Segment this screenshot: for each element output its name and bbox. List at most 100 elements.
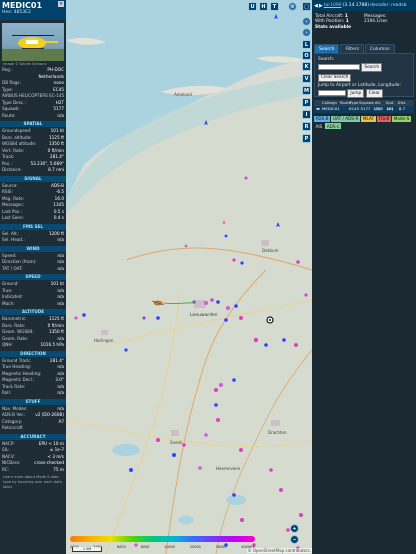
tab-filters[interactable]: Filters xyxy=(340,44,364,53)
side-button-l[interactable]: L xyxy=(302,40,311,49)
close-icon[interactable]: × xyxy=(58,1,64,7)
info-row: TAT / OAT: n/a xyxy=(0,266,66,273)
aircraft-list-panel: ◀ ▶ tar1090 (3.14.1788) decoder: readsb … xyxy=(312,0,416,554)
lake-1 xyxy=(112,444,140,456)
town-leeuwarden xyxy=(194,300,206,308)
map-scale: 1 SM xyxy=(72,547,102,552)
helicopter-image xyxy=(2,35,64,61)
side-button-r[interactable]: R xyxy=(302,122,311,131)
search-button[interactable]: Search xyxy=(361,63,383,72)
table-cell: 1125 xyxy=(373,106,383,111)
hex-label: Hex: 4853E2 xyxy=(2,10,31,15)
toggle-button-h[interactable]: H xyxy=(259,2,268,11)
row-key: Roll: xyxy=(2,390,12,395)
place-label-leeuwarden: Leeuwarden xyxy=(190,312,218,318)
table-body: ▬ MEDIC01 EC45 5177 1125 101 8.7 xyxy=(314,106,414,113)
row-value: 8.7 nmi xyxy=(48,167,64,172)
info-row: Sel. Head.: n/a xyxy=(0,237,66,244)
town-harlingen xyxy=(101,330,108,335)
row-value: 75 m xyxy=(53,466,64,472)
side-button-i[interactable]: I xyxy=(302,110,311,119)
colorbar-label: 20000 xyxy=(189,545,201,549)
row-value: A7 xyxy=(58,418,64,424)
side-button-p2[interactable]: P xyxy=(302,134,311,143)
info-row: Last Seen: 0.4 s xyxy=(0,215,66,222)
jump-input[interactable] xyxy=(318,90,346,97)
table-cell: 8.7 xyxy=(398,106,406,111)
footnote: Learn more about Mode S data type by hov… xyxy=(3,475,62,489)
clear-search-button[interactable]: Clear Search xyxy=(318,73,352,83)
colorbar-label: 8000 xyxy=(140,545,150,549)
search-label: Search: xyxy=(318,57,335,62)
zoom-out-icon[interactable]: − xyxy=(290,535,299,544)
section-title: STUFF xyxy=(0,398,66,405)
version-bar: ◀ ▶ tar1090 (3.14.1788) decoder: readsb xyxy=(312,0,416,11)
row-key: TAT / OAT: xyxy=(2,265,23,271)
place-label-heerenveen: Heerenveen xyxy=(216,466,241,471)
source-badge: TIS-B xyxy=(377,115,391,122)
app-root: MEDIC01 Hex: 4853E2 × Image © Daniel Sch… xyxy=(0,0,416,554)
toggle-button-u[interactable]: U xyxy=(248,2,257,11)
with-position-value: 1 xyxy=(345,19,349,25)
stats-available-link[interactable]: Stats available xyxy=(315,25,351,30)
aircraft-details-panel: MEDIC01 Hex: 4853E2 × Image © Daniel Sch… xyxy=(0,0,66,554)
source-badge: ADS-B xyxy=(314,115,330,122)
map-view[interactable]: Ameland Dokkum Leeuwarden Harlingen Snee… xyxy=(66,0,312,554)
row-key: Sel. Head.: xyxy=(2,237,25,242)
row-key: Distance: xyxy=(2,167,22,172)
jump-button[interactable]: Jump xyxy=(347,89,365,98)
decoder-label: decoder: readsb xyxy=(369,3,407,8)
row-value: n/a xyxy=(57,237,64,242)
side-button-m[interactable]: M xyxy=(302,86,311,95)
source-badge: UAT / ADS-R xyxy=(331,115,360,122)
section-title: ALTITUDE xyxy=(0,309,66,315)
side-button-v[interactable]: V xyxy=(302,74,311,83)
place-label-ameland: Ameland xyxy=(174,92,192,97)
row-key: Reg.: xyxy=(2,67,13,72)
lake-3 xyxy=(178,516,194,524)
row-key: Mach: xyxy=(2,300,15,306)
side-button-o[interactable]: O xyxy=(302,51,311,60)
clear-button[interactable]: Clear xyxy=(365,89,383,98)
side-button-k[interactable]: K xyxy=(302,62,311,71)
messages-value: 2194.1/sec xyxy=(364,19,388,25)
with-position-label: With Position: xyxy=(315,19,345,25)
collapse-right-icon[interactable]: ▶ xyxy=(319,3,323,9)
map-canvas[interactable]: Ameland Dokkum Leeuwarden Harlingen Snee… xyxy=(66,0,312,554)
row-key: RC: xyxy=(2,466,10,472)
source-badge: AIS xyxy=(315,123,323,129)
section-title: WIND xyxy=(0,245,66,252)
info-row: Roll: n/a xyxy=(0,390,66,397)
section-title: DIRECTION xyxy=(0,350,66,357)
chevron-right-icon[interactable]: › xyxy=(302,28,311,37)
section-title: FMS SEL xyxy=(0,223,66,230)
section-title: SIGNAL xyxy=(0,175,66,182)
toggle-button-t[interactable]: T xyxy=(270,2,279,11)
zoom-in-icon[interactable]: + xyxy=(290,524,299,533)
row-value: 1016.5 hPa xyxy=(40,342,64,347)
row-value: n/a xyxy=(57,300,64,306)
stats-block: Total Aircraft: 1 With Position: 1 Stats… xyxy=(312,11,416,41)
info-row: Route: n/a xyxy=(0,113,66,120)
side-button-p[interactable]: P xyxy=(302,98,311,107)
tar1090-link[interactable]: tar1090 xyxy=(324,3,342,8)
table-row[interactable]: ▬ MEDIC01 EC45 5177 1125 101 8.7 xyxy=(314,106,414,113)
section-title: ACCURACY xyxy=(0,433,66,440)
source-badge: ADS-C xyxy=(325,123,342,130)
place-label-harlingen: Harlingen xyxy=(94,338,114,343)
colorbar-label: 6000 xyxy=(117,545,126,549)
altitude-colorbar xyxy=(70,536,255,542)
collapse-left-icon[interactable]: ◀ xyxy=(314,3,318,9)
map-attribution[interactable]: © OpenStreetMap contributors. xyxy=(246,548,312,553)
town-sneek xyxy=(171,430,179,436)
panel-toggle-icon[interactable]: ▢ xyxy=(302,2,311,11)
settings-gear-icon[interactable]: ⚙ xyxy=(288,2,297,11)
tab-search[interactable]: Search xyxy=(314,44,340,53)
chevron-left-icon[interactable]: ‹ xyxy=(302,17,311,26)
table-cell: MEDIC01 xyxy=(322,106,340,111)
tab-columns[interactable]: Columns xyxy=(364,44,395,53)
aircraft-photo[interactable] xyxy=(2,23,64,61)
callsign-title: MEDIC01 xyxy=(2,1,43,10)
row-key: Last Seen: xyxy=(2,215,24,220)
search-input[interactable] xyxy=(318,64,360,71)
